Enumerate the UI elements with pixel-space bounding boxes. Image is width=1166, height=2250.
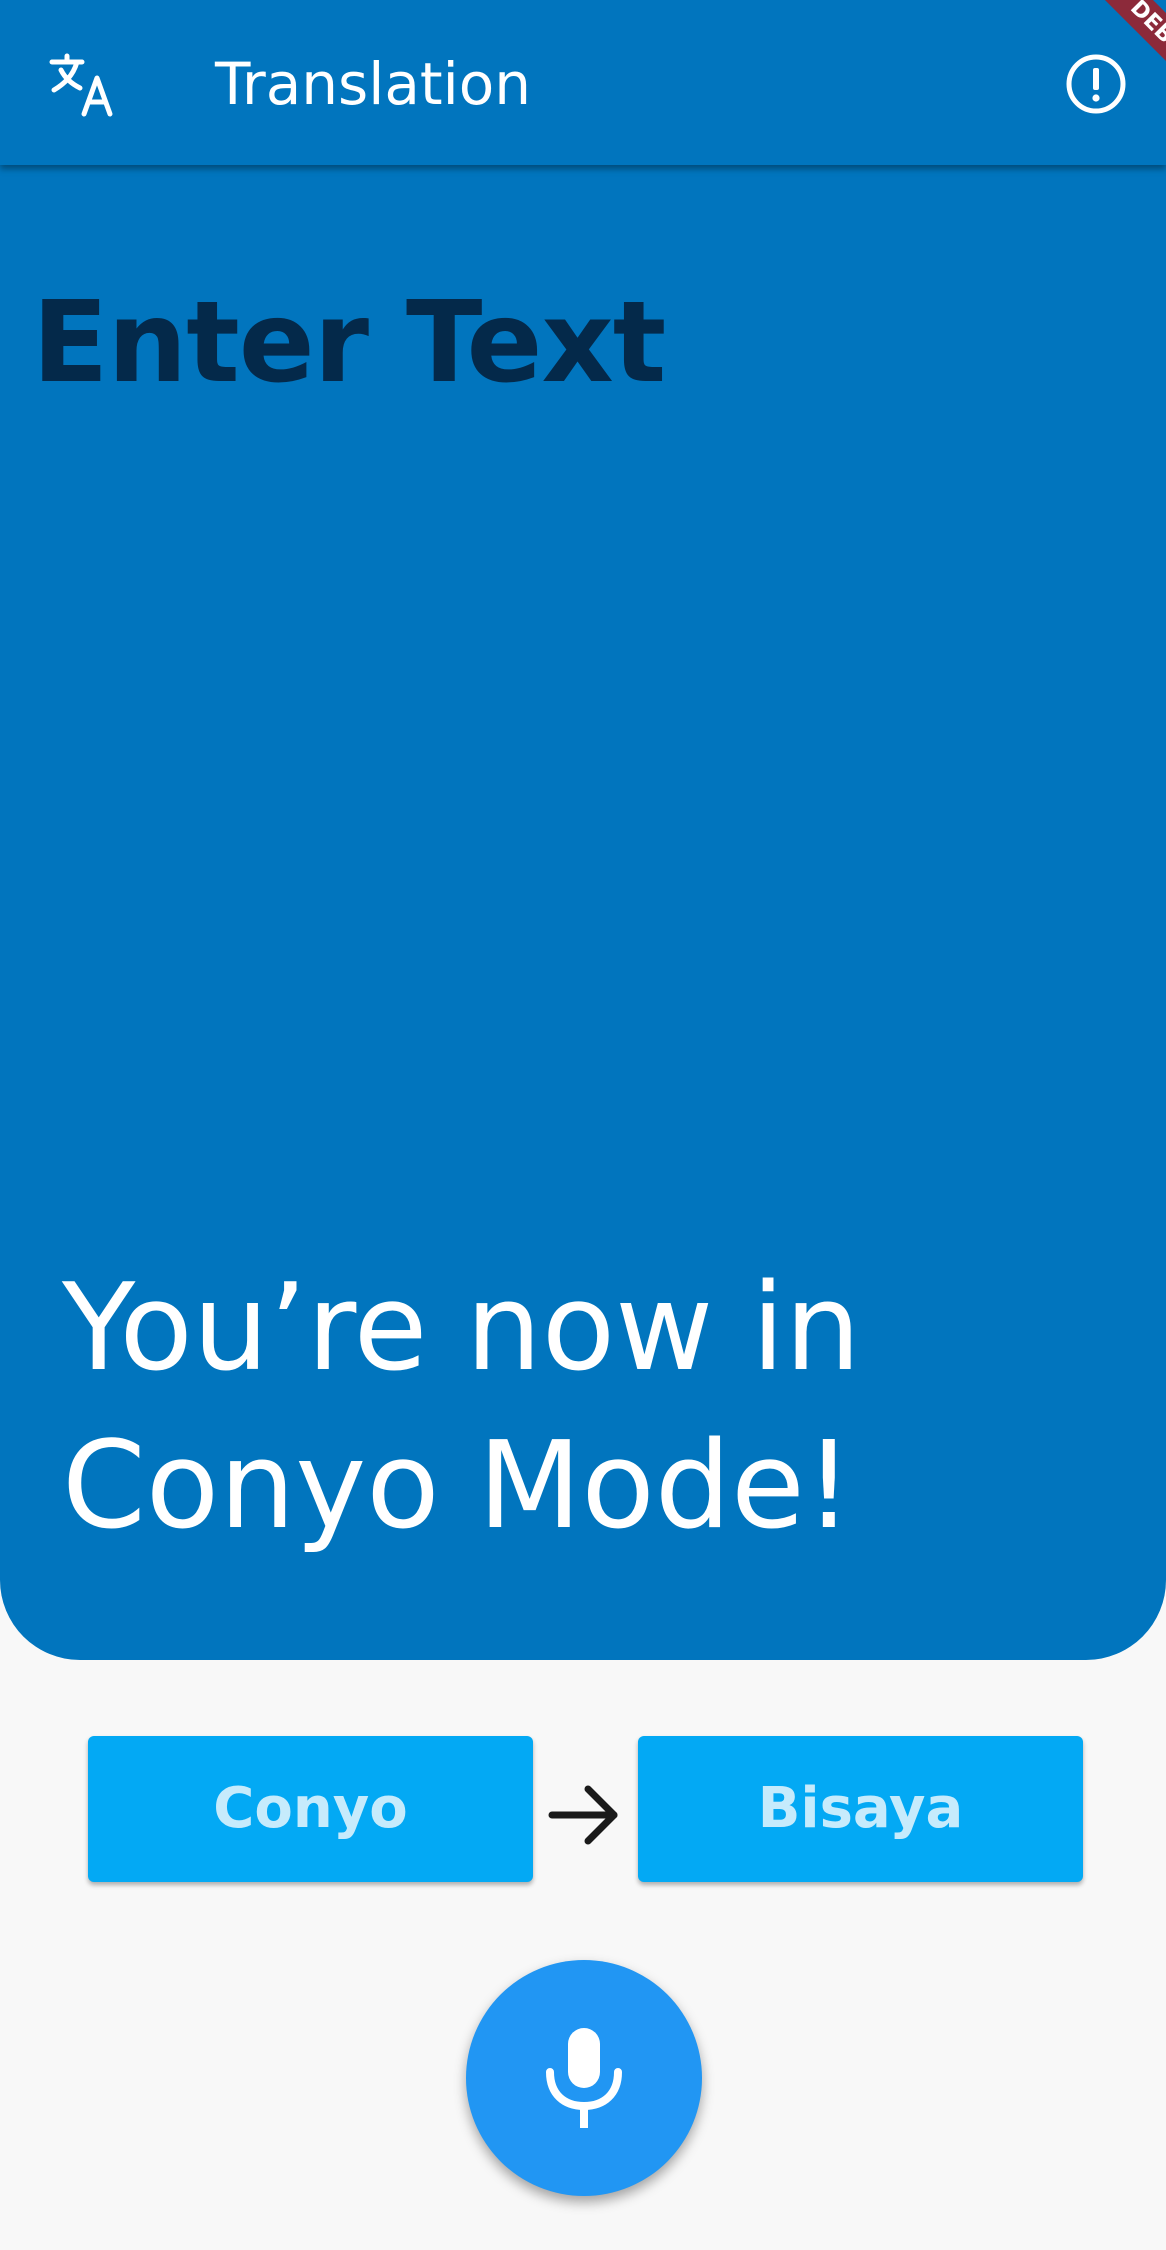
debug-banner: DEBUG bbox=[1056, 0, 1166, 110]
debug-label: DEBUG bbox=[1081, 0, 1166, 110]
arrow-right-icon[interactable] bbox=[546, 1780, 622, 1850]
microphone-icon bbox=[546, 2028, 622, 2128]
target-language-button[interactable]: Bisaya bbox=[638, 1736, 1083, 1882]
source-language-button[interactable]: Conyo bbox=[88, 1736, 533, 1882]
text-input-area[interactable]: Enter Text You’re now in Conyo Mode! bbox=[0, 0, 1166, 1660]
input-placeholder: Enter Text bbox=[32, 278, 666, 408]
app-bar: Translation bbox=[0, 0, 1166, 165]
app-title: Translation bbox=[215, 50, 532, 118]
microphone-button[interactable] bbox=[466, 1960, 702, 2196]
conyo-mode-message: You’re now in Conyo Mode! bbox=[62, 1259, 861, 1556]
translate-icon[interactable] bbox=[48, 48, 120, 120]
